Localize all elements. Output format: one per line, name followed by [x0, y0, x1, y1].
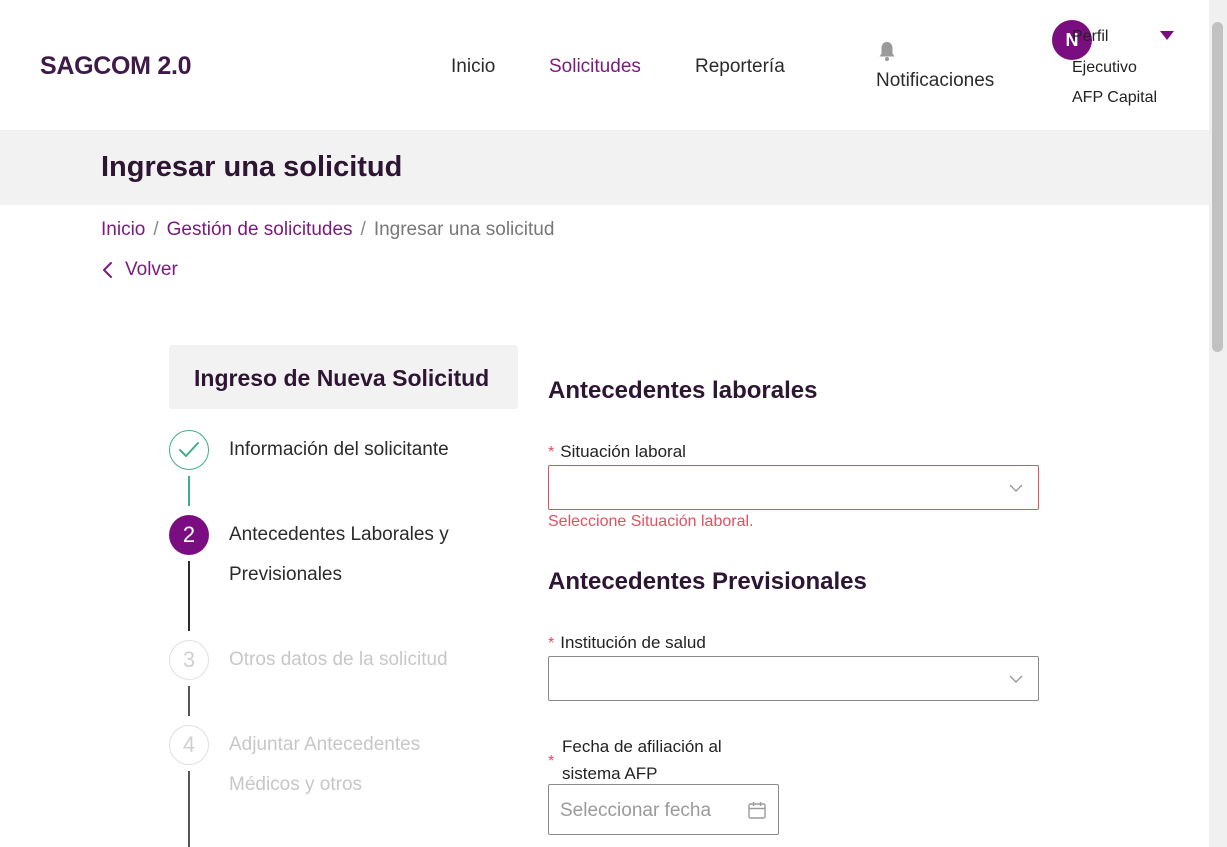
calendar-icon[interactable] [747, 800, 767, 820]
institucion-salud-select[interactable] [548, 656, 1039, 701]
breadcrumb-separator: / [360, 219, 366, 240]
notifications-button[interactable]: Notificaciones [876, 38, 1006, 98]
fecha-afiliacion-input[interactable]: Seleccionar fecha [548, 784, 779, 835]
chevron-down-icon [1009, 675, 1023, 683]
situacion-label: * Situación laboral [548, 442, 686, 461]
top-header: SAGCOM 2.0 Inicio Solicitudes Reportería… [0, 0, 1209, 130]
stepper-title: Ingreso de Nueva Solicitud [194, 365, 490, 391]
step-3-number: 3 [169, 640, 209, 680]
notifications-label: Notificaciones [876, 70, 995, 91]
section-title-previsionales: Antecedentes Previsionales [548, 568, 867, 595]
salud-label: * Institución de salud [548, 633, 706, 652]
brand-logo[interactable]: SAGCOM 2.0 [40, 52, 192, 81]
breadcrumb-gestion[interactable]: Gestión de solicitudes [167, 219, 353, 240]
step-connector [188, 561, 190, 631]
breadcrumb: Inicio / Gestión de solicitudes / Ingresar u… [101, 219, 554, 241]
nav-solicitudes[interactable]: Solicitudes [549, 56, 641, 78]
step-4-number: 4 [169, 725, 209, 765]
step-3-label: Otros datos de la solicitud [229, 649, 448, 670]
profile-title: Perfil [1072, 28, 1109, 45]
vertical-scrollbar[interactable] [1209, 0, 1227, 847]
step-1-label[interactable]: Información del solicitante [229, 430, 449, 470]
profile-role: Ejecutivo [1072, 59, 1137, 76]
caret-down-icon[interactable] [1160, 31, 1174, 40]
breadcrumb-separator: / [153, 219, 159, 240]
step-4-label-line1: Adjuntar Antecedentes [229, 734, 421, 755]
step-1-check-icon [169, 430, 209, 470]
situacion-error-message: Seleccione Situación laboral. [548, 513, 754, 530]
stepper-header: Ingreso de Nueva Solicitud [169, 345, 518, 409]
required-mark: * [548, 753, 555, 770]
breadcrumb-inicio[interactable]: Inicio [101, 219, 145, 240]
back-label: Volver [125, 259, 178, 280]
bell-icon [879, 42, 895, 61]
step-2-label-line1[interactable]: Antecedentes Laborales y [229, 515, 449, 555]
step-connector [188, 686, 190, 716]
section-title-laborales: Antecedentes laborales [548, 377, 818, 404]
breadcrumb-current: Ingresar una solicitud [373, 219, 555, 240]
fecha-afiliacion-text: Fecha de afiliación al sistema AFP [562, 737, 722, 783]
required-mark: * [548, 444, 555, 461]
scrollbar-thumb[interactable] [1212, 22, 1223, 352]
back-link[interactable]: Volver [101, 259, 178, 281]
situacion-laboral-select[interactable] [548, 465, 1039, 510]
profile-organization: AFP Capital [1072, 89, 1158, 106]
step-4-label-line2: Médicos y otros [229, 774, 363, 795]
step-2-number: 2 [169, 515, 209, 555]
step-connector [188, 771, 190, 847]
fecha-placeholder: Seleccionar fecha [560, 800, 712, 821]
profile-menu[interactable]: N Perfil Ejecutivo AFP Capital [1052, 20, 1182, 120]
required-mark: * [548, 635, 555, 652]
chevron-down-icon [1009, 484, 1023, 492]
nav-reporteria[interactable]: Reportería [695, 56, 785, 78]
page: SAGCOM 2.0 Inicio Solicitudes Reportería… [0, 0, 1227, 847]
nav-inicio[interactable]: Inicio [451, 56, 495, 78]
chevron-left-icon [103, 262, 112, 278]
step-connector [188, 476, 190, 506]
step-2-label-line2[interactable]: Previsionales [229, 555, 342, 595]
title-band: Ingresar una solicitud [0, 130, 1209, 205]
page-title: Ingresar una solicitud [101, 151, 403, 183]
